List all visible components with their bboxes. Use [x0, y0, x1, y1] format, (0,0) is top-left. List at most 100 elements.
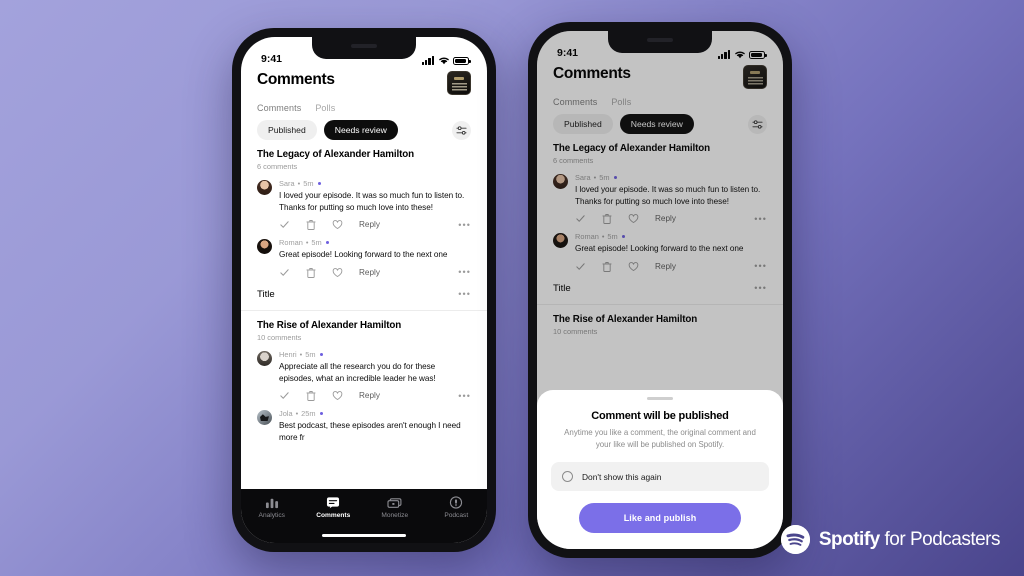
brand-name: Spotify — [818, 528, 880, 550]
brand-suffix: for Podcasters — [879, 528, 1000, 550]
checkmark-icon[interactable] — [279, 390, 290, 401]
nav-item-analytics[interactable]: Analytics — [241, 496, 303, 519]
filter-chip-row: Published Needs review — [241, 113, 487, 140]
radio-unchecked-icon[interactable] — [562, 471, 573, 482]
spotify-logo-icon — [780, 525, 810, 554]
comment-text: Appreciate all the research you do for t… — [279, 361, 436, 383]
comment-author: Roman — [279, 238, 303, 248]
avatar[interactable] — [257, 350, 272, 366]
heart-icon[interactable] — [332, 267, 343, 278]
trash-icon[interactable] — [306, 219, 316, 231]
nav-item-monetize[interactable]: Monetize — [364, 496, 426, 519]
money-icon — [387, 498, 402, 508]
status-icons — [421, 56, 471, 65]
publish-confirm-modal: Comment will be published Anytime you li… — [537, 390, 783, 549]
comment-body: Henri • 5m Appreciate all the research y… — [279, 350, 471, 402]
episode-header-2: The Rise of Alexander Hamilton 10 commen… — [241, 311, 487, 342]
comment-meta: Sara • 5m — [279, 179, 471, 188]
comment-time: 5m — [311, 238, 322, 248]
comment-bubble-icon — [327, 497, 340, 509]
trash-icon[interactable] — [306, 267, 316, 278]
earpiece-speaker — [647, 38, 673, 42]
comment-meta: Roman • 5m — [279, 238, 471, 247]
comment-time: 5m — [303, 179, 314, 188]
home-indicator — [322, 533, 406, 537]
tab-polls[interactable]: Polls — [315, 103, 335, 113]
nav-label: Monetize — [381, 512, 409, 519]
reply-button[interactable]: Reply — [359, 268, 380, 277]
comment-body: Roman • 5m Great episode! Looking forwar… — [279, 238, 471, 278]
avatar[interactable] — [257, 239, 272, 255]
title-row-label: Title — [257, 288, 275, 300]
meta-separator: • — [297, 179, 301, 188]
avatar[interactable] — [257, 180, 272, 195]
unread-dot-icon — [319, 352, 323, 357]
dont-show-again-label: Don't show this again — [582, 471, 662, 482]
comment-text: Best podcast, these episodes aren't enou… — [279, 421, 461, 442]
meta-separator: • — [295, 409, 299, 419]
wifi-icon — [438, 57, 449, 65]
comment-body: Sara • 5m I loved your episode. It was s… — [279, 179, 471, 231]
ellipsis-icon[interactable]: ••• — [458, 290, 471, 299]
ellipsis-icon[interactable]: ••• — [458, 391, 471, 400]
checkmark-icon[interactable] — [279, 267, 290, 278]
nav-label: Podcast — [444, 512, 469, 519]
meta-separator: • — [305, 238, 309, 248]
drag-handle-icon[interactable] — [647, 397, 673, 401]
comment-list[interactable]: The Legacy of Alexander Hamilton 6 comme… — [241, 140, 487, 543]
nav-label: Comments — [316, 512, 351, 519]
checkmark-icon[interactable] — [279, 219, 290, 230]
modal-body: Anytime you like a comment, the original… — [564, 428, 756, 450]
episode-header-1: The Legacy of Alexander Hamilton 6 comme… — [241, 140, 487, 171]
modal-title: Comment will be published — [591, 410, 729, 423]
tab-bar: Comments Polls — [241, 95, 487, 113]
brand-text: Spotify for Podcasters — [818, 528, 1001, 551]
episode-comment-count: 6 comments — [257, 162, 298, 171]
status-time: 9:41 — [261, 53, 283, 65]
phone-right: 9:41 Comments Comments Polls Published N… — [528, 22, 792, 558]
comment-actions: Reply ••• — [279, 267, 471, 278]
reply-button[interactable]: Reply — [359, 391, 380, 400]
tab-comments[interactable]: Comments — [257, 103, 301, 113]
nav-item-podcast[interactable]: Podcast — [426, 496, 488, 519]
app-content: Comments Comments Polls Published Needs … — [241, 67, 487, 543]
comment-author: Jola — [279, 409, 293, 419]
avatar[interactable] — [257, 410, 272, 426]
comment-author: Henri — [279, 349, 297, 359]
meta-separator: • — [299, 349, 303, 359]
ellipsis-icon[interactable]: ••• — [458, 220, 471, 229]
phone-left: 9:41 Comments Comments Polls Published N… — [232, 28, 496, 552]
comment-time: 5m — [305, 349, 316, 359]
episode-comment-count: 10 comments — [257, 332, 302, 342]
comment-item: Sara • 5m I loved your episode. It was s… — [241, 171, 487, 231]
comment-meta: Jola • 25m — [279, 409, 471, 418]
comment-time: 25m — [301, 409, 316, 419]
trash-icon[interactable] — [306, 390, 316, 402]
episode-title: The Legacy of Alexander Hamilton — [257, 149, 415, 160]
heart-icon[interactable] — [332, 390, 343, 401]
heart-icon[interactable] — [332, 219, 343, 230]
episode-title: The Rise of Alexander Hamilton — [257, 319, 402, 331]
phone-left-screen: 9:41 Comments Comments Polls Published N… — [241, 37, 487, 543]
comment-actions: Reply ••• — [279, 219, 471, 231]
earpiece-speaker — [351, 44, 377, 48]
ellipsis-icon[interactable]: ••• — [458, 268, 471, 277]
brand-lockup: Spotify for Podcasters — [780, 525, 1001, 554]
like-and-publish-button[interactable]: Like and publish — [579, 503, 741, 533]
podcast-cover-art[interactable] — [447, 71, 471, 95]
notch — [608, 31, 712, 53]
nav-item-comments[interactable]: Comments — [303, 496, 365, 519]
dont-show-again-option[interactable]: Don't show this again — [551, 462, 769, 491]
chip-published[interactable]: Published — [257, 120, 317, 140]
comment-meta: Henri • 5m — [279, 350, 471, 359]
unread-dot-icon — [317, 181, 321, 186]
chip-needs-review[interactable]: Needs review — [323, 120, 398, 140]
reply-button[interactable]: Reply — [359, 220, 380, 229]
comment-item: Jola • 25m Best podcast, these episodes … — [241, 401, 487, 443]
filter-sliders-icon[interactable] — [452, 120, 471, 140]
title-row[interactable]: Title ••• — [241, 278, 487, 311]
unread-dot-icon — [319, 412, 323, 416]
app-header: Comments — [241, 67, 487, 95]
analytics-bar-chart-icon — [265, 498, 278, 509]
comment-text: Great episode! Looking forward to the ne… — [279, 250, 448, 260]
